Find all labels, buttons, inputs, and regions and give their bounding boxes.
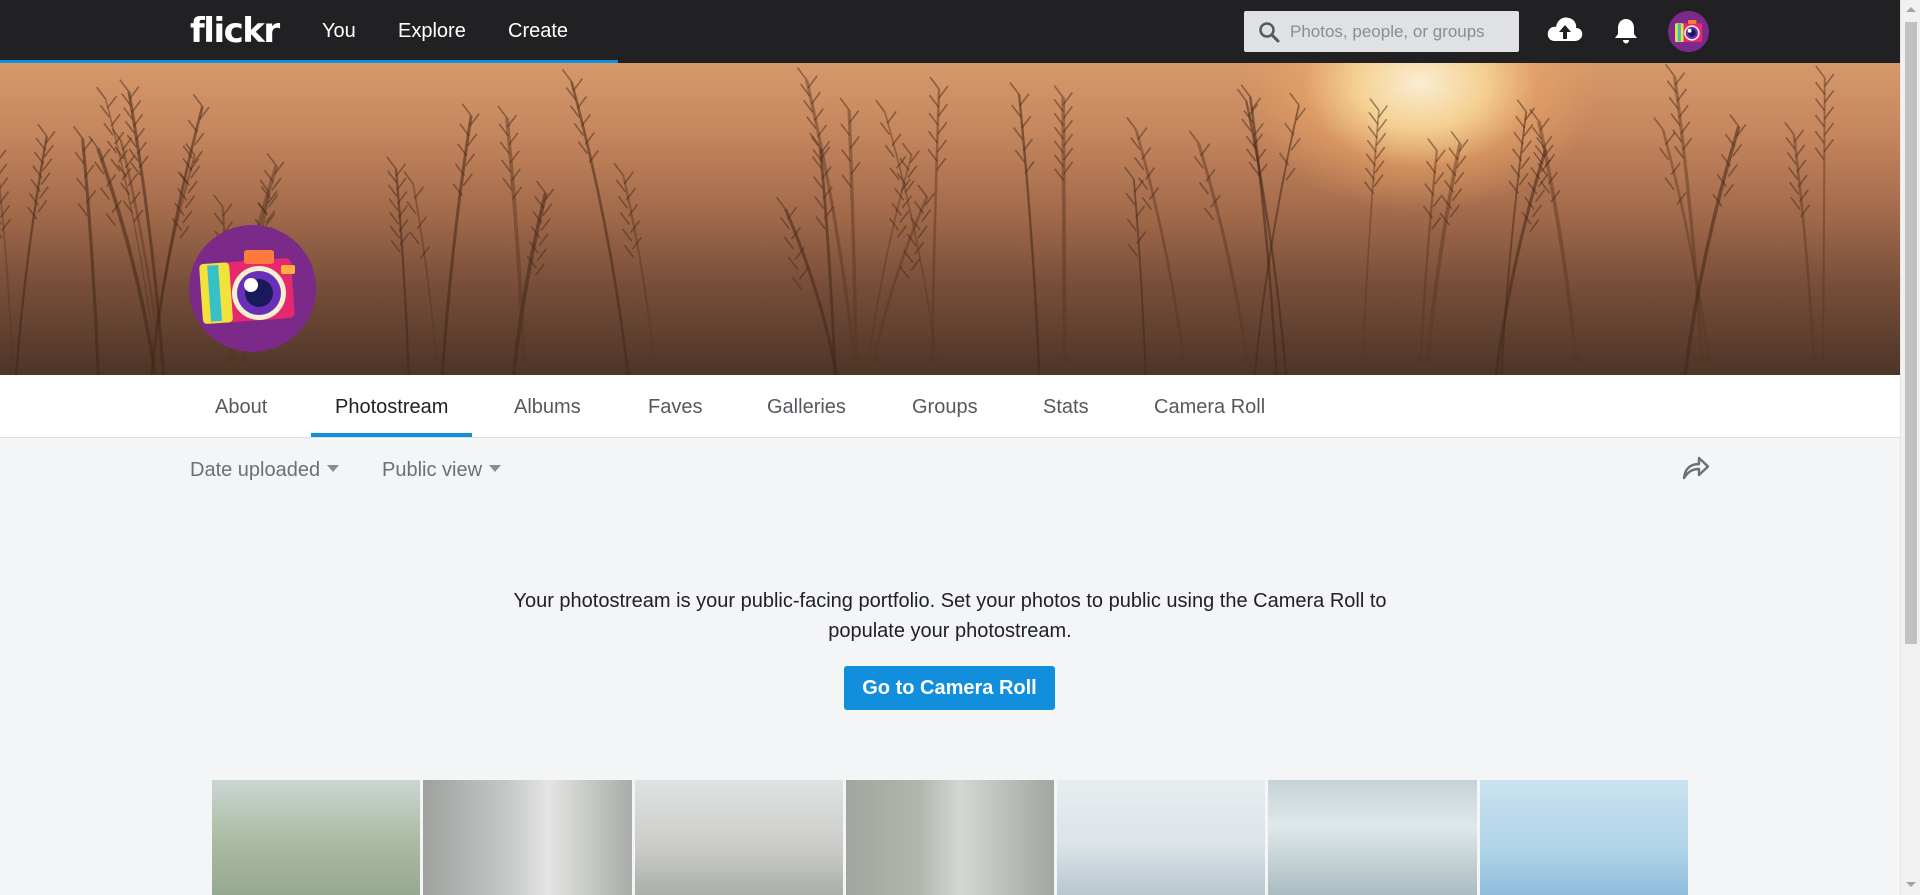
profile-avatar[interactable] xyxy=(189,225,316,352)
notification-bell-icon[interactable] xyxy=(1613,17,1639,45)
view-dropdown-label: Public view xyxy=(382,459,483,481)
share-icon[interactable] xyxy=(1680,453,1710,483)
sample-photo-forest-road xyxy=(845,780,1055,895)
sample-photo-wave xyxy=(1268,780,1477,895)
nav-create[interactable]: Create xyxy=(508,19,568,43)
tab-stats[interactable]: Stats xyxy=(1043,395,1089,419)
go-to-camera-roll-button[interactable]: Go to Camera Roll xyxy=(844,666,1055,710)
search-box[interactable] xyxy=(1244,11,1519,52)
page-load-progress xyxy=(0,60,618,63)
sample-photo-surf xyxy=(1057,780,1266,895)
user-avatar[interactable] xyxy=(1668,11,1709,52)
chevron-down-icon xyxy=(489,465,502,473)
tab-albums[interactable]: Albums xyxy=(514,395,581,419)
tab-camera-roll[interactable]: Camera Roll xyxy=(1154,395,1265,419)
chevron-down-icon xyxy=(327,465,340,473)
view-dropdown[interactable]: Public view xyxy=(382,458,502,482)
sample-photo-hiker xyxy=(212,780,421,895)
upload-icon[interactable] xyxy=(1546,14,1584,44)
sample-photo-waterfall xyxy=(423,780,632,895)
tab-faves[interactable]: Faves xyxy=(648,395,702,419)
profile-tabs: About Photostream Albums Faves Galleries… xyxy=(0,375,1900,438)
active-tab-indicator xyxy=(311,433,472,437)
tab-groups[interactable]: Groups xyxy=(912,395,978,419)
camera-buddy-icon xyxy=(1668,11,1709,52)
camera-buddy-icon xyxy=(189,225,316,352)
flickr-logo[interactable]: flickr xyxy=(190,9,280,53)
sample-photo-strip xyxy=(212,780,1688,895)
photostream-empty-message: Your photostream is your public-facing p… xyxy=(513,590,1387,642)
search-icon xyxy=(1259,22,1280,43)
sort-dropdown-label: Date uploaded xyxy=(190,459,321,481)
page-scrollbar[interactable] xyxy=(1900,0,1920,895)
sort-dropdown[interactable]: Date uploaded xyxy=(190,458,340,482)
scroll-up-arrow-icon[interactable] xyxy=(1906,7,1916,12)
tab-photostream[interactable]: Photostream xyxy=(335,395,448,419)
search-input[interactable] xyxy=(1290,11,1510,52)
sample-photo-beach-people xyxy=(1479,780,1688,895)
top-navigation: flickr You Explore Create xyxy=(0,0,1900,63)
tab-galleries[interactable]: Galleries xyxy=(767,395,846,419)
tab-about[interactable]: About xyxy=(215,395,267,419)
nav-explore[interactable]: Explore xyxy=(398,19,466,43)
nav-you[interactable]: You xyxy=(322,19,356,43)
scroll-down-arrow-icon[interactable] xyxy=(1906,882,1916,887)
scrollbar-thumb[interactable] xyxy=(1905,22,1917,644)
sample-photo-trees xyxy=(634,780,843,895)
